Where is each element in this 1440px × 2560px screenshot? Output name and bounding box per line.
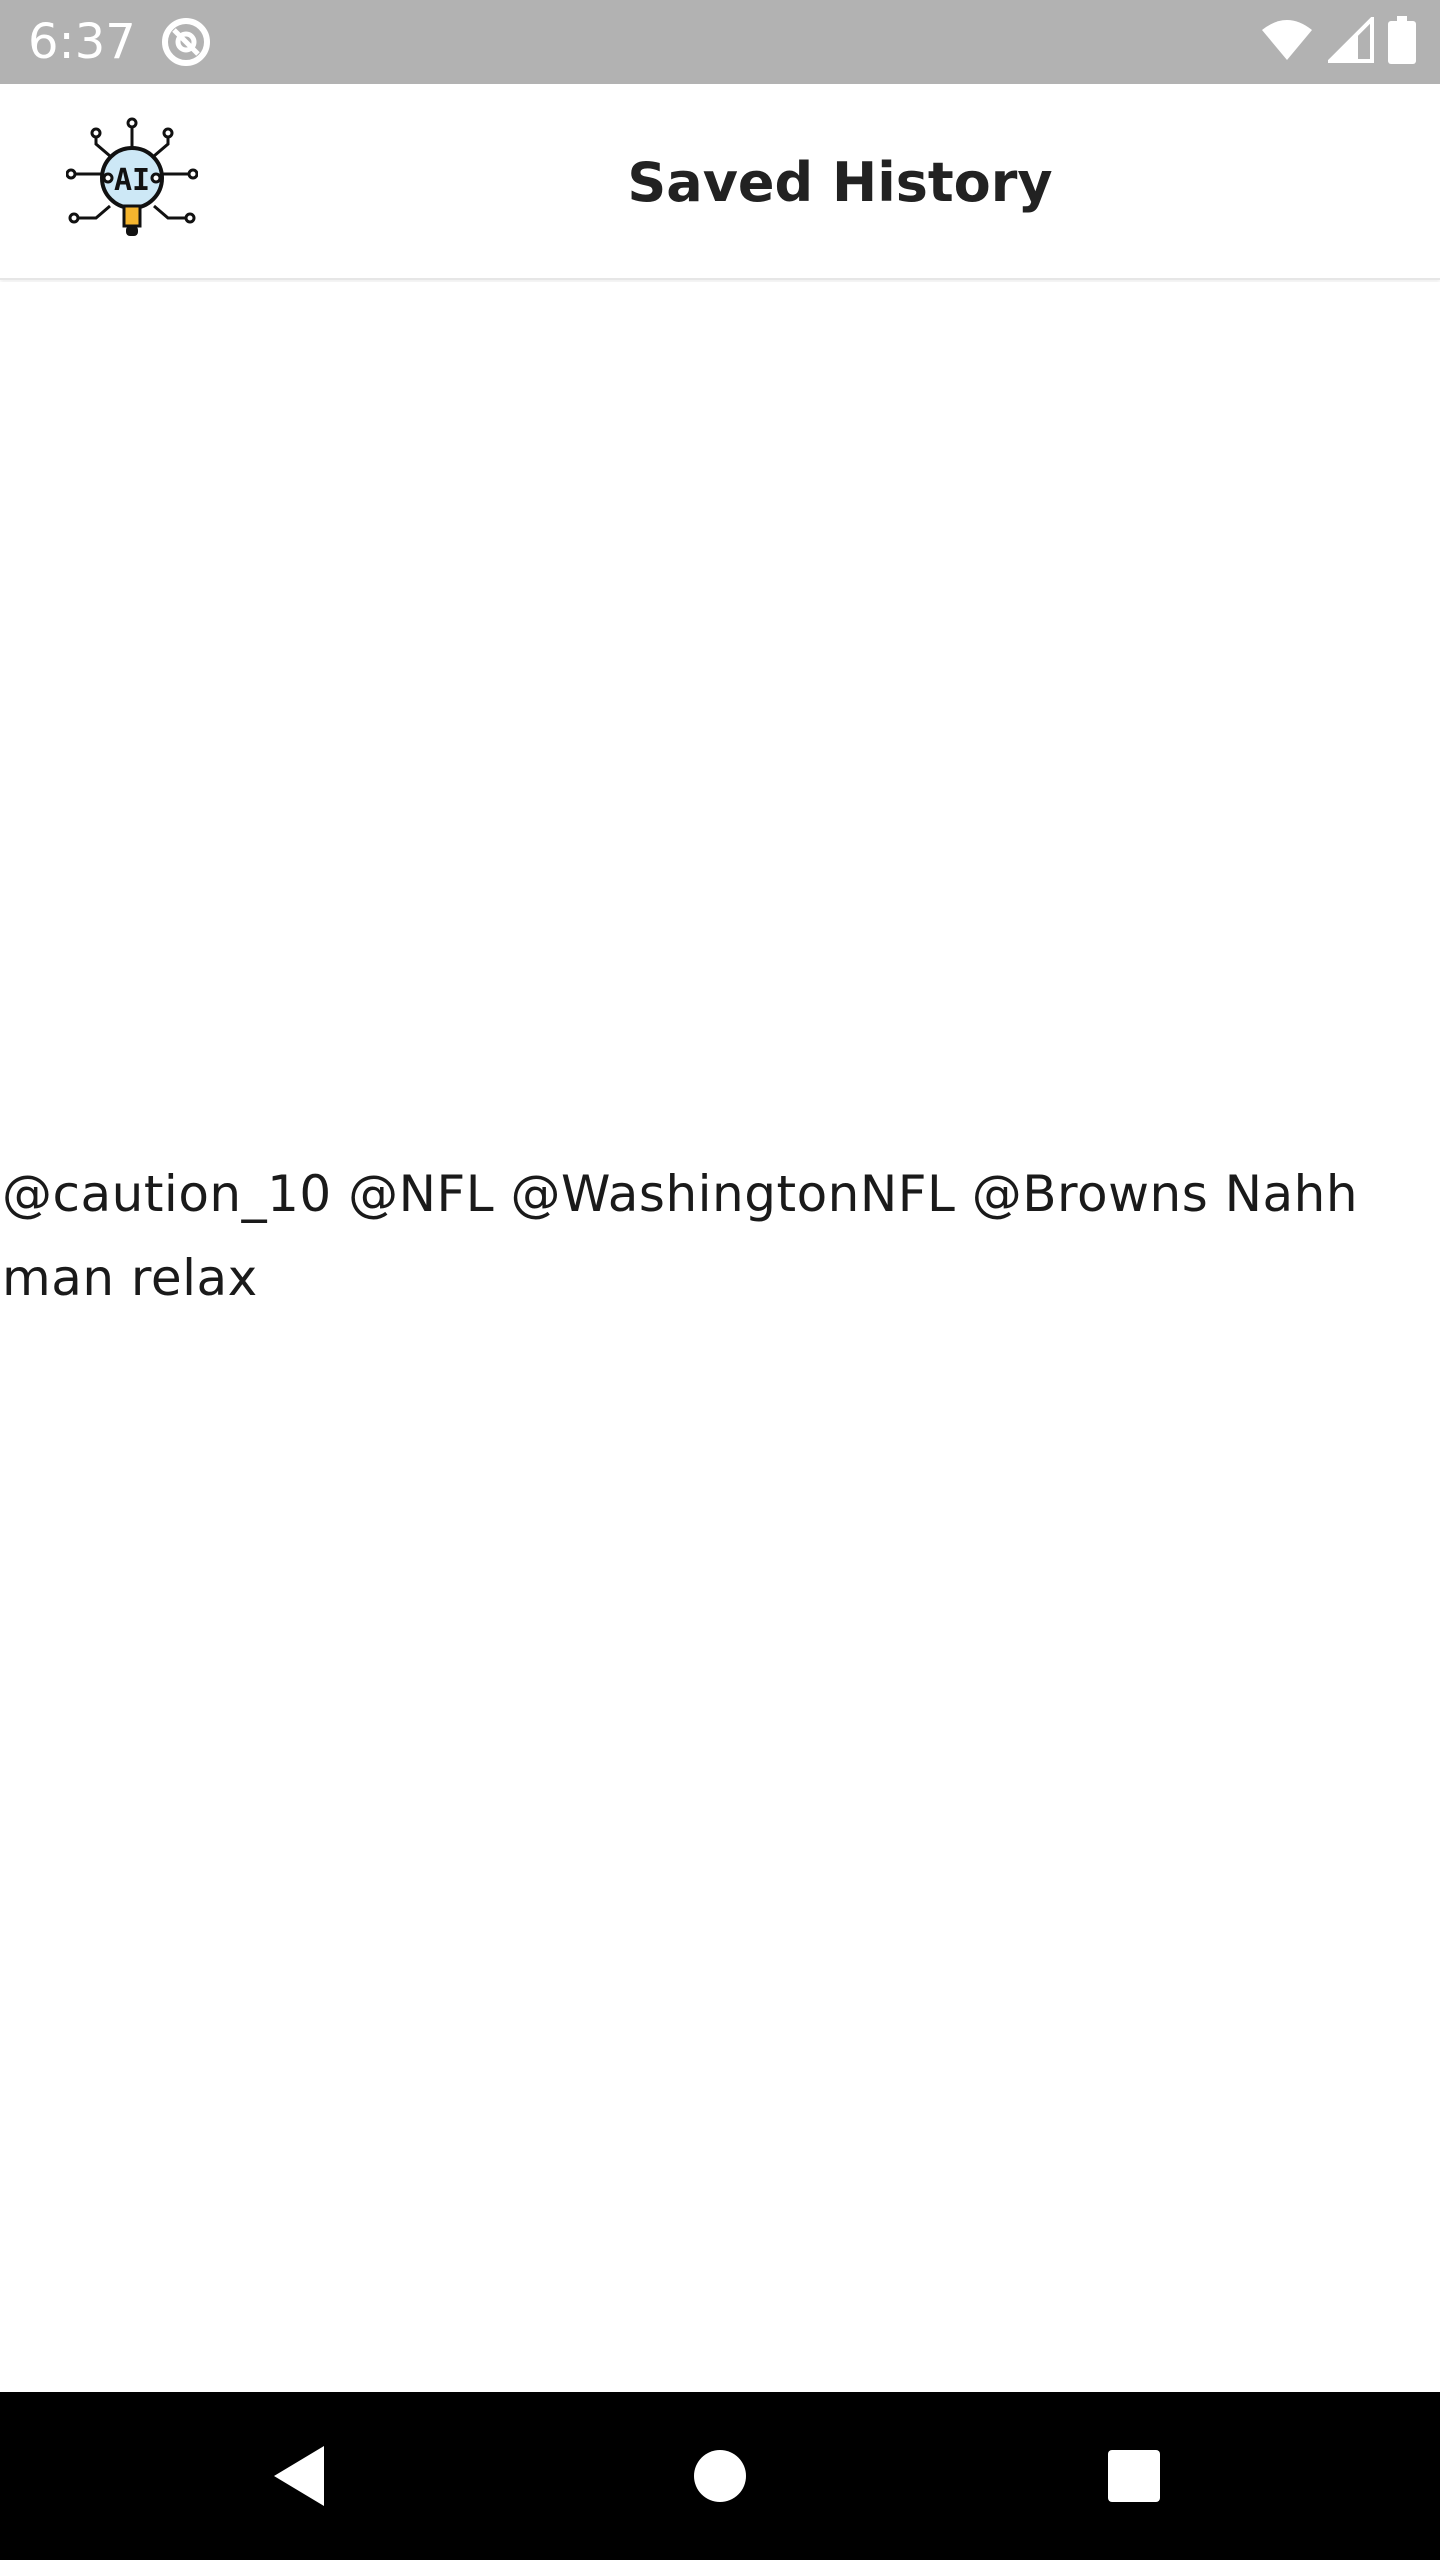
status-bar: 6:37: [0, 0, 1440, 84]
logo-text: AI: [114, 163, 150, 198]
cellular-signal-icon: [1325, 14, 1374, 67]
at-sign-icon: [160, 16, 212, 68]
app-bar: AI Saved History: [0, 84, 1440, 280]
saved-history-item[interactable]: @caution_10 @NFL @WashingtonNFL @Browns …: [2, 1152, 1422, 1320]
battery-icon: [1388, 16, 1416, 68]
page-title: Saved History: [627, 151, 1053, 214]
back-icon[interactable]: [250, 2426, 350, 2526]
navigation-bar: [0, 2392, 1440, 2560]
ai-circuit-logo-icon[interactable]: AI: [65, 116, 199, 248]
wifi-icon: [1260, 18, 1314, 66]
saved-history-list: @caution_10 @NFL @WashingtonNFL @Browns …: [0, 282, 1440, 2392]
recents-icon[interactable]: [1084, 2426, 1184, 2526]
home-icon[interactable]: [670, 2426, 770, 2526]
status-time: 6:37: [28, 14, 136, 70]
screen: 6:37 AI Saved History @caution_10 @NFL @…: [0, 0, 1440, 2560]
status-icons: [1260, 14, 1416, 68]
